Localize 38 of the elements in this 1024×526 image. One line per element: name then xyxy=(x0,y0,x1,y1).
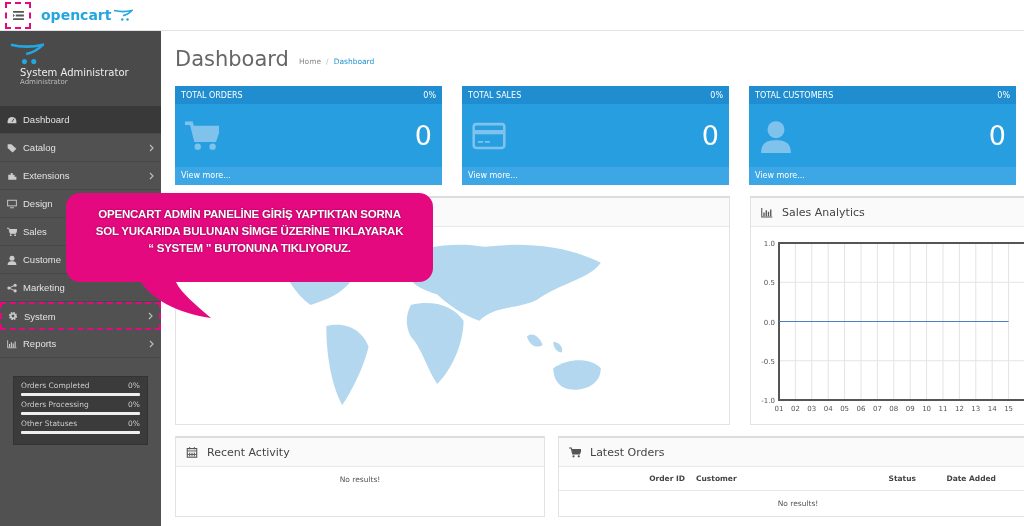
monitor-icon xyxy=(7,198,17,209)
cart-logo-icon xyxy=(113,9,134,21)
bar-chart-icon xyxy=(7,338,17,349)
sidebar-menu-item[interactable]: Extensions xyxy=(0,162,161,190)
sidebar-menu-item[interactable]: Catalog xyxy=(0,134,161,162)
user-name: System Administrator xyxy=(20,67,129,78)
sidebar-menu-item[interactable]: System xyxy=(0,302,161,330)
bar-chart-icon xyxy=(761,206,773,218)
cart-icon xyxy=(7,226,17,237)
cart-logo-icon xyxy=(10,43,44,65)
cart-icon xyxy=(569,446,581,458)
tile-percent: 0% xyxy=(710,90,723,100)
tag-icon xyxy=(7,142,17,153)
puzzle-icon xyxy=(7,170,17,181)
menu-toggle-button[interactable] xyxy=(5,1,31,29)
tile-percent: 0% xyxy=(997,90,1010,100)
menu-icon xyxy=(12,10,24,20)
settings-icon xyxy=(8,311,18,321)
tile-title: TOTAL ORDERS xyxy=(181,90,243,100)
tile-percent: 0% xyxy=(423,90,436,100)
panel-title: Sales Analytics xyxy=(782,205,865,219)
panel-title: Recent Activity xyxy=(207,445,290,459)
tile-value: 0 xyxy=(988,120,1006,151)
dashboard-gauge-icon xyxy=(7,114,17,125)
tile-title: TOTAL CUSTOMERS xyxy=(755,90,834,100)
calendar-icon xyxy=(186,446,198,458)
share-icon xyxy=(7,282,17,293)
tile-value: 0 xyxy=(414,120,432,151)
sidebar-menu-item[interactable]: Reports xyxy=(0,330,161,358)
callout-tooltip: OPENCART ADMİN PANELİNE GİRİŞ YAPTIKTAN SORNA SOL YUKARIDA BULUNAN SİMGE ÜZERİNE TIKLAYARAK “ SYSTEM ” BUTONUNA TIKLIYORUZ. xyxy=(66,193,433,319)
panel-title: Latest Orders xyxy=(590,445,665,459)
user-icon xyxy=(759,118,793,153)
tile-title: TOTAL SALES xyxy=(468,90,522,100)
sidebar-menu-item[interactable]: Dashboard xyxy=(0,106,161,134)
logo-text: opencart xyxy=(41,7,112,23)
page-title: Dashboard xyxy=(175,46,289,71)
tile-value: 0 xyxy=(701,120,719,151)
user-icon xyxy=(7,254,17,265)
